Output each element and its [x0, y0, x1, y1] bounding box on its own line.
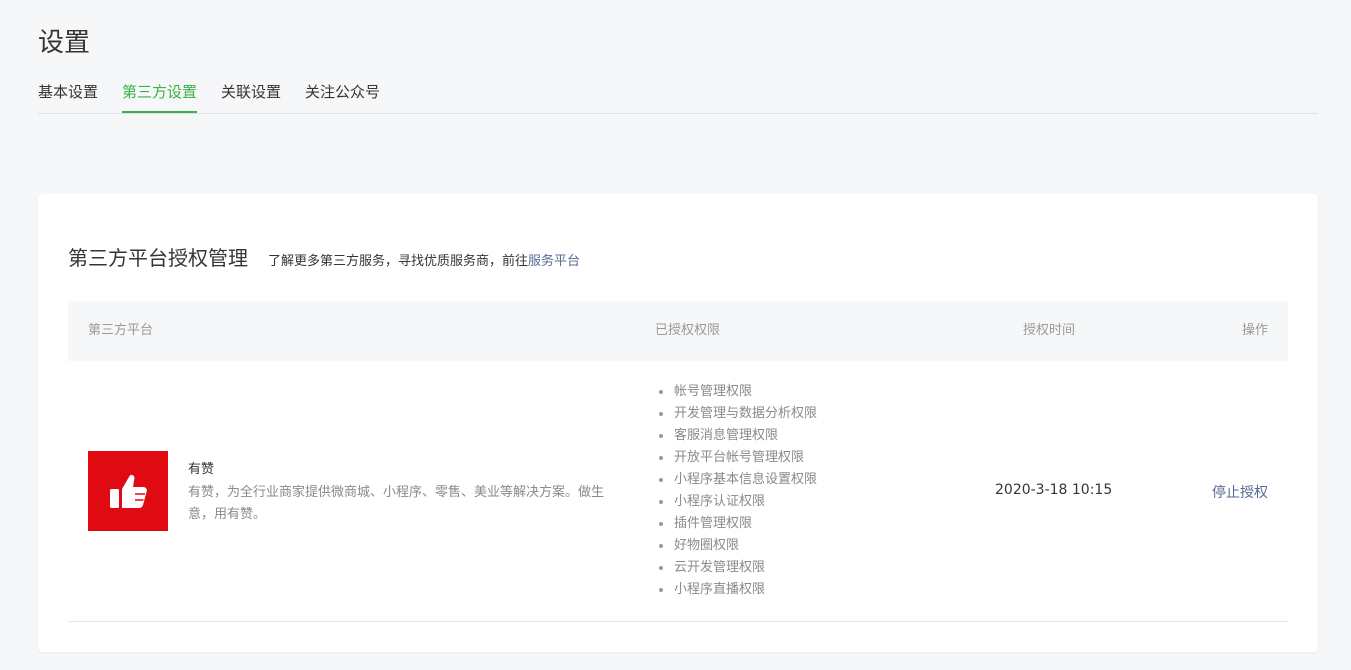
auth-time: 2020-3-18 10:15: [995, 482, 1113, 498]
permission-item: 好物圈权限: [655, 535, 817, 557]
thumbs-up-icon: [110, 474, 147, 508]
permission-item: 小程序直播权限: [655, 579, 817, 601]
third-party-auth-card: 第三方平台授权管理 了解更多第三方服务，寻找优质服务商，前往 服务平台 第三方平…: [38, 194, 1318, 652]
tab-basic-settings[interactable]: 基本设置: [38, 80, 98, 113]
permission-item: 开放平台帐号管理权限: [655, 447, 817, 469]
table-header: 第三方平台 已授权权限 授权时间 操作: [68, 301, 1288, 361]
app-description: 有赞，为全行业商家提供微商城、小程序、零售、美业等解决方案。做生意，用有赞。: [188, 485, 605, 522]
stop-authorization-button[interactable]: 停止授权: [1212, 482, 1268, 502]
permission-item: 帐号管理权限: [655, 381, 817, 403]
tab-follow-official-account[interactable]: 关注公众号: [305, 80, 380, 113]
settings-tabs: 基本设置 第三方设置 关联设置 关注公众号: [38, 80, 1318, 114]
column-header-platform: 第三方平台: [88, 323, 154, 338]
table-row: 有赞 有赞，为全行业商家提供微商城、小程序、零售、美业等解决方案。做生意，用有赞…: [68, 361, 1288, 622]
card-header: 第三方平台授权管理 了解更多第三方服务，寻找优质服务商，前往 服务平台: [68, 242, 580, 271]
column-header-action: 操作: [1241, 323, 1268, 338]
tab-third-party-settings[interactable]: 第三方设置: [122, 80, 198, 113]
permission-list: 帐号管理权限 开发管理与数据分析权限 客服消息管理权限 开放平台帐号管理权限 小…: [655, 381, 817, 601]
column-header-permissions: 已授权权限: [655, 323, 721, 338]
permission-item: 插件管理权限: [655, 513, 817, 535]
service-platform-link[interactable]: 服务平台: [528, 250, 580, 269]
card-title: 第三方平台授权管理: [68, 246, 248, 270]
column-header-time: 授权时间: [1023, 323, 1076, 338]
app-name: 有赞: [188, 462, 215, 477]
page-title: 设置: [38, 28, 91, 58]
tab-linked-settings[interactable]: 关联设置: [221, 80, 281, 113]
permission-item: 云开发管理权限: [655, 557, 817, 579]
permission-item: 客服消息管理权限: [655, 425, 817, 447]
card-description: 了解更多第三方服务，寻找优质服务商，前往: [268, 254, 529, 269]
app-logo: [88, 451, 168, 531]
permission-item: 小程序认证权限: [655, 491, 817, 513]
permission-item: 小程序基本信息设置权限: [655, 469, 817, 491]
permission-item: 开发管理与数据分析权限: [655, 403, 817, 425]
